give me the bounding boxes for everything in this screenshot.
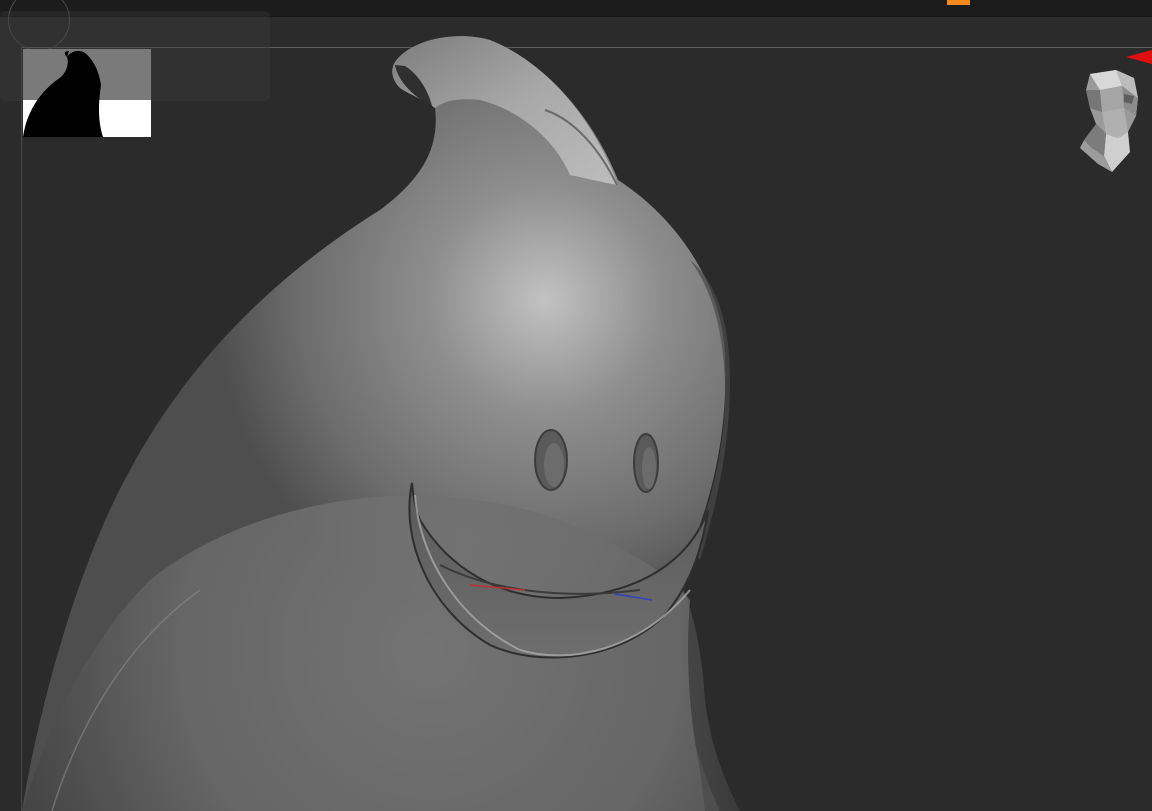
dial-icon[interactable]	[8, 0, 70, 51]
red-marker-icon	[1126, 50, 1152, 64]
sculpt-canvas[interactable]	[0, 0, 1152, 811]
app-window	[0, 0, 1152, 811]
silhouette-thumbnail[interactable]	[23, 49, 151, 137]
head-navigation-gizmo-icon[interactable]	[1076, 68, 1142, 174]
